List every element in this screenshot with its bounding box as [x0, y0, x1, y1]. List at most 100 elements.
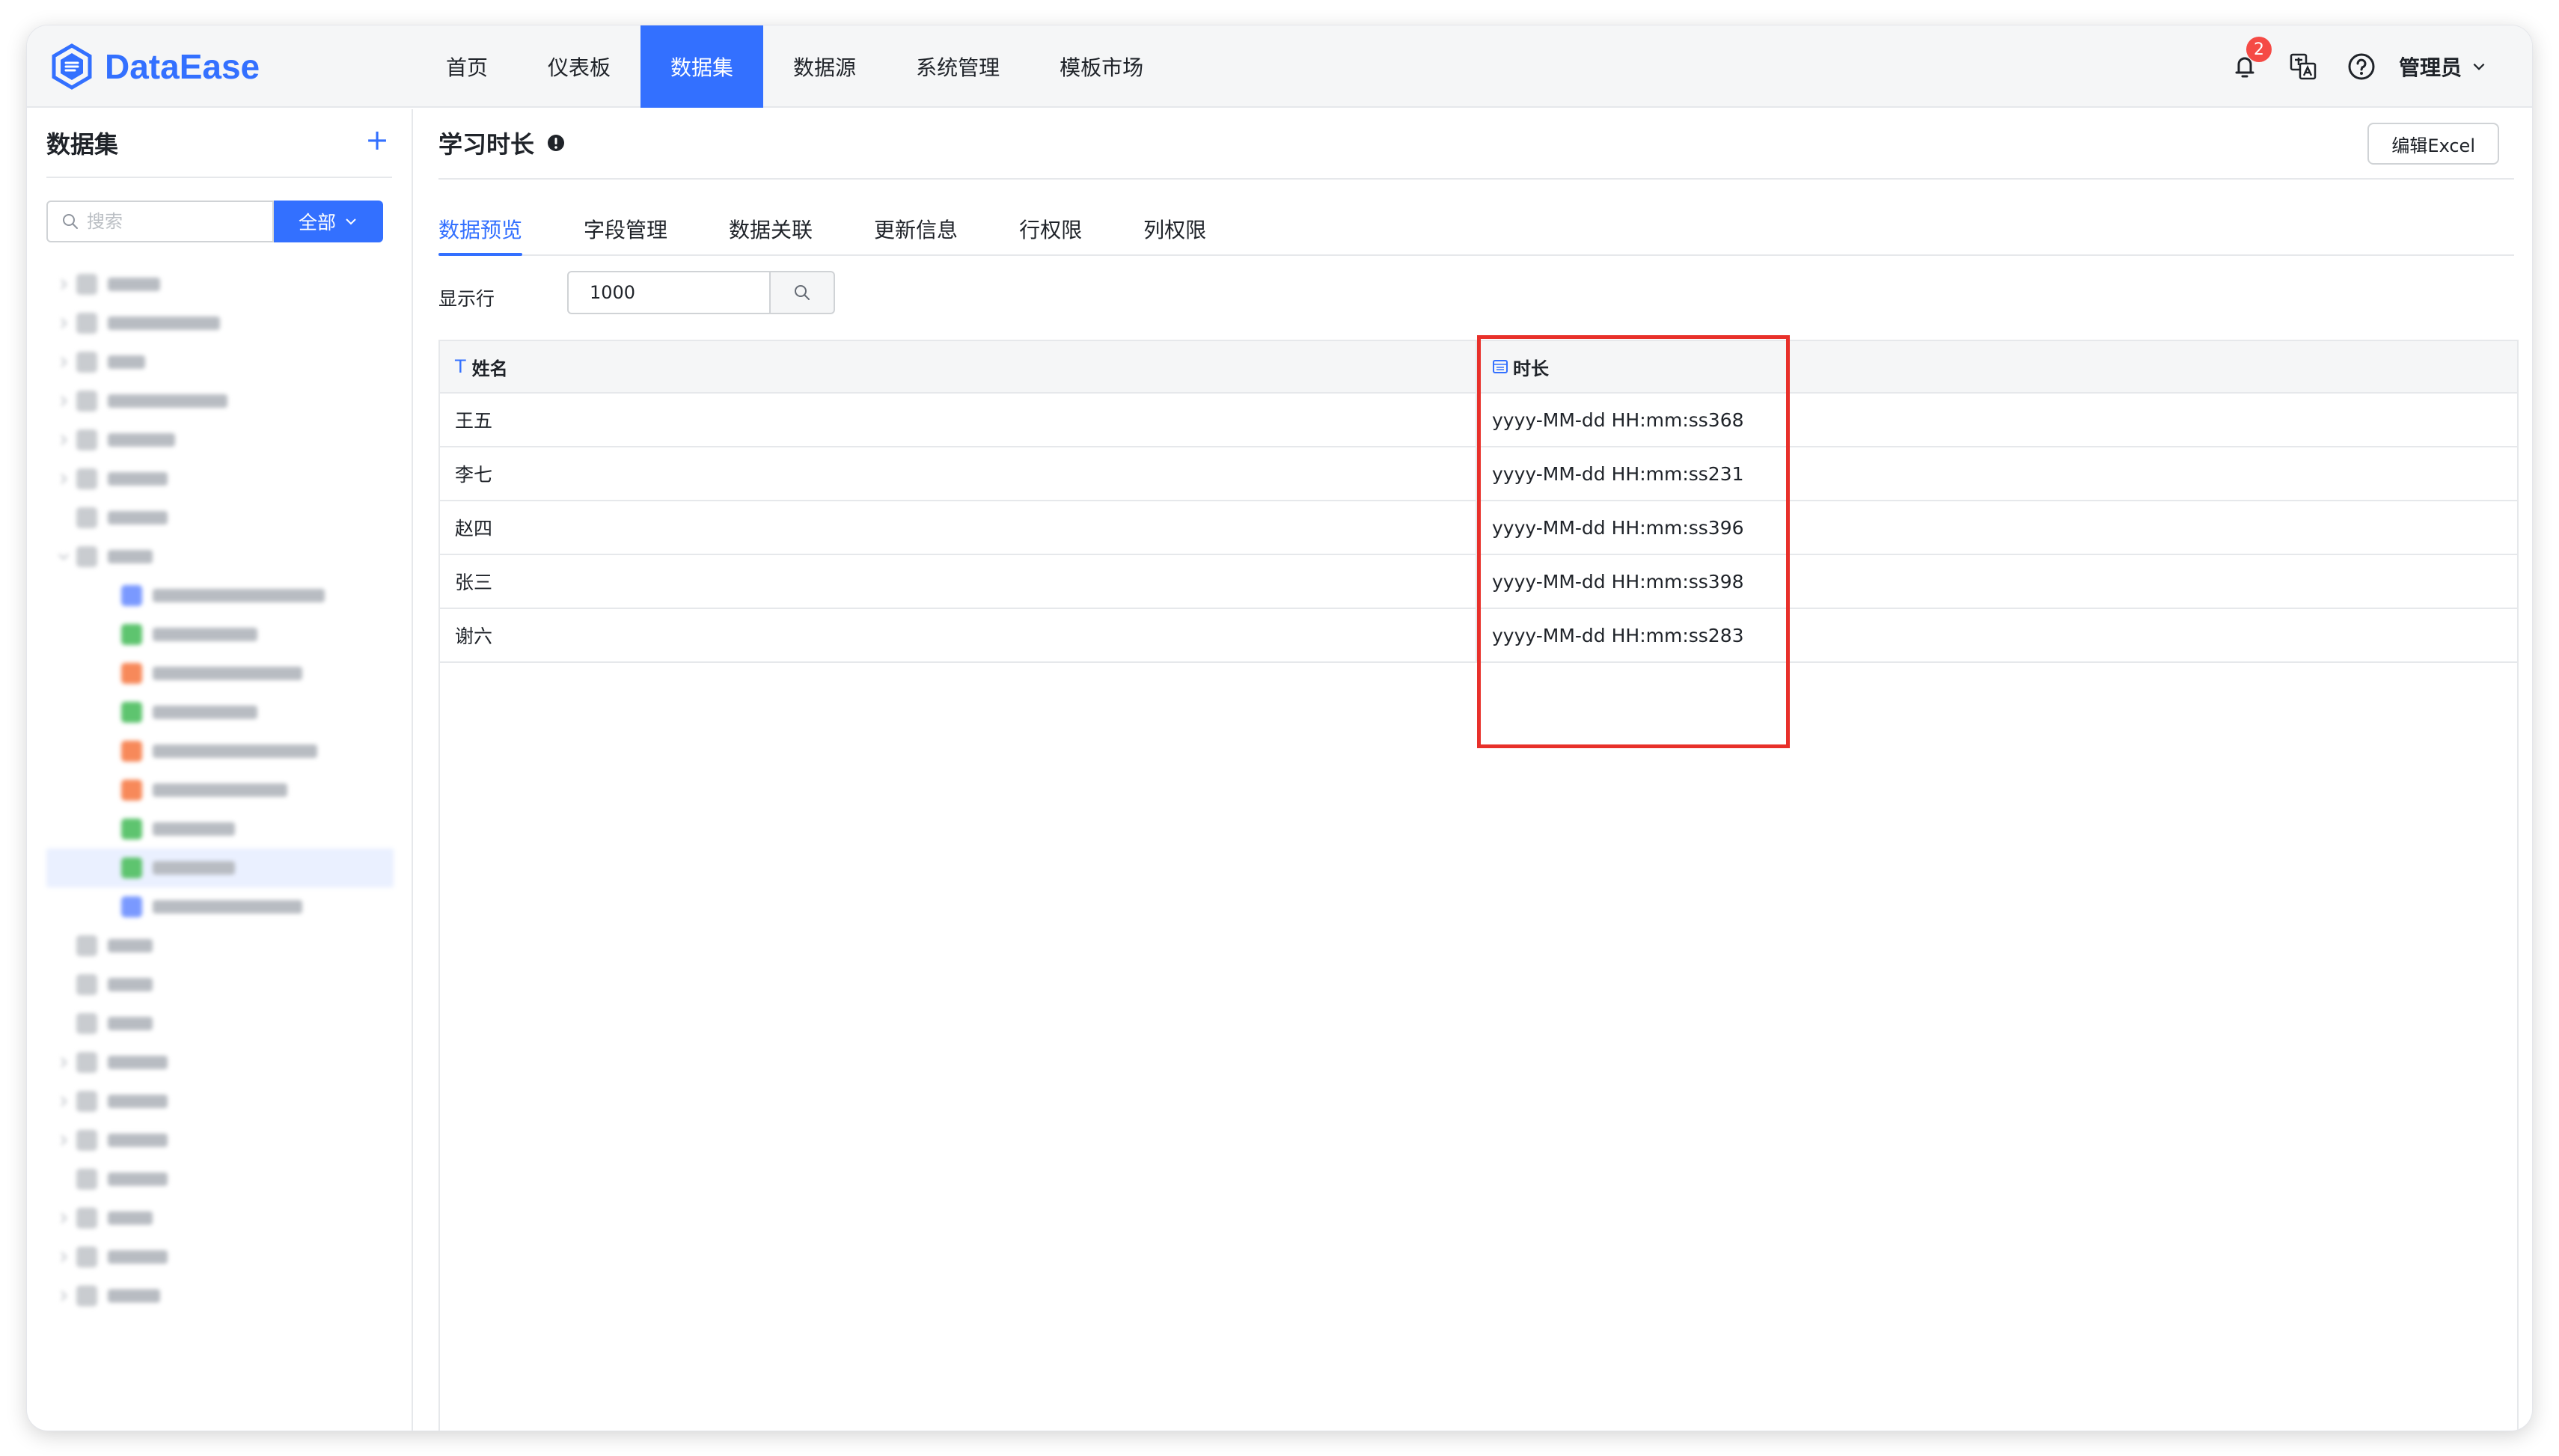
cell-duration: yyyy-MM-dd HH:mm:ss283	[1492, 624, 1744, 646]
tree-folder[interactable]	[46, 343, 394, 382]
calendar-icon	[1493, 360, 1508, 373]
tree-label-blurred	[153, 628, 257, 641]
tree-folder[interactable]	[46, 498, 394, 537]
tree-folder[interactable]	[46, 1276, 394, 1315]
tab-column-permission[interactable]: 列权限	[1143, 208, 1206, 254]
cell-name: 张三	[440, 555, 1477, 608]
nav-template-market[interactable]: 模板市场	[1030, 25, 1173, 108]
column-header-name[interactable]: T 姓名	[440, 341, 1477, 392]
tree-label-blurred	[153, 589, 325, 602]
tree-label-blurred	[108, 1172, 168, 1186]
tree-folder[interactable]	[46, 420, 394, 459]
cell-name: 李七	[440, 447, 1477, 500]
chevron-right-icon	[61, 1291, 67, 1301]
tree-folder[interactable]	[46, 1004, 394, 1043]
search-input[interactable]	[87, 211, 259, 232]
table-row: 赵四 yyyy-MM-dd HH:mm:ss396	[440, 501, 2517, 555]
chevron-down-icon	[2473, 63, 2485, 70]
tree-folder[interactable]	[46, 537, 394, 576]
tab-field-management[interactable]: 字段管理	[584, 208, 667, 254]
language-button[interactable]	[2287, 50, 2320, 83]
tree-dataset[interactable]	[46, 615, 394, 654]
info-circle-icon[interactable]	[546, 133, 566, 153]
tree-folder[interactable]	[46, 965, 394, 1004]
help-button[interactable]	[2345, 50, 2378, 83]
dataset-icon	[121, 585, 142, 606]
filter-dropdown[interactable]: 全部	[274, 201, 383, 242]
tree-dataset[interactable]	[46, 887, 394, 926]
title-divider	[438, 178, 2514, 180]
tab-data-association[interactable]: 数据关联	[729, 208, 813, 254]
folder-icon	[76, 313, 97, 334]
tree-dataset[interactable]	[46, 810, 394, 848]
tree-dataset[interactable]	[46, 693, 394, 732]
logo[interactable]: DataEase	[48, 40, 260, 93]
dataset-title-text: 学习时长	[438, 130, 535, 159]
tree-folder[interactable]	[46, 1082, 394, 1121]
tree-folder[interactable]	[46, 1160, 394, 1199]
chevron-right-icon	[61, 1135, 67, 1145]
rows-input[interactable]: 1000	[567, 271, 771, 314]
nav-dashboard[interactable]: 仪表板	[518, 25, 640, 108]
tab-update-info[interactable]: 更新信息	[874, 208, 958, 254]
tree-folder[interactable]	[46, 459, 394, 498]
sidebar-search[interactable]	[46, 201, 274, 242]
edit-excel-button[interactable]: 编辑Excel	[2367, 123, 2499, 165]
app-window: DataEase 首页 仪表板 数据集 数据源 系统管理 模板市场 2 管理员 …	[27, 25, 2532, 1431]
search-icon	[63, 214, 78, 229]
tree-label-blurred	[108, 394, 227, 408]
chevron-right-icon	[61, 1252, 67, 1262]
tree-folder[interactable]	[46, 1238, 394, 1276]
nav-system-management[interactable]: 系统管理	[886, 25, 1030, 108]
excel-dataset-icon	[121, 702, 142, 723]
main-nav: 首页 仪表板 数据集 数据源 系统管理 模板市场	[416, 25, 1173, 108]
dataset-icon	[121, 896, 142, 917]
folder-icon	[76, 1169, 97, 1190]
tab-data-preview[interactable]: 数据预览	[438, 208, 523, 256]
tree-folder[interactable]	[46, 304, 394, 343]
text-type-marker: T	[455, 356, 466, 377]
add-dataset-button[interactable]: +	[365, 126, 389, 154]
tree-folder[interactable]	[46, 1121, 394, 1160]
tree-folder[interactable]	[46, 926, 394, 965]
chevron-right-icon	[61, 279, 67, 290]
cell-name: 王五	[440, 394, 1477, 446]
tree-dataset-selected[interactable]	[46, 848, 394, 887]
dataset-title: 学习时长	[438, 126, 566, 160]
filter-label: 全部	[298, 212, 336, 233]
column-header-duration[interactable]: 时长	[1477, 341, 2517, 392]
chevron-right-icon	[61, 1096, 67, 1107]
folder-icon	[76, 352, 97, 373]
nav-dataset[interactable]: 数据集	[640, 25, 764, 108]
folder-icon	[76, 429, 97, 450]
folder-icon	[76, 468, 97, 489]
tree-label-blurred	[108, 1095, 168, 1108]
tree-folder[interactable]	[46, 1199, 394, 1238]
tree-dataset[interactable]	[46, 732, 394, 771]
tree-dataset[interactable]	[46, 576, 394, 615]
tree-folder[interactable]	[46, 1043, 394, 1082]
folder-icon	[76, 1052, 97, 1073]
notification-button[interactable]: 2	[2228, 37, 2272, 83]
user-menu[interactable]: 管理员	[2399, 52, 2487, 82]
folder-icon	[76, 1091, 97, 1112]
question-circle-icon	[2348, 53, 2375, 80]
tree-dataset[interactable]	[46, 771, 394, 810]
folder-icon	[76, 1208, 97, 1229]
tree-dataset[interactable]	[46, 654, 394, 693]
tree-label-blurred	[108, 1250, 168, 1264]
tab-row-permission[interactable]: 行权限	[1019, 208, 1082, 254]
tree-folder[interactable]	[46, 382, 394, 420]
nav-home[interactable]: 首页	[416, 25, 518, 108]
rows-search-button[interactable]	[769, 271, 835, 314]
preview-table: T 姓名 时长 王五 yyyy-MM-dd HH:mm:ss368 李七 yyy…	[438, 340, 2519, 1431]
tree-label-blurred	[108, 511, 168, 524]
sidebar-title: 数据集	[46, 130, 119, 159]
folder-icon	[76, 1130, 97, 1151]
folder-icon	[76, 546, 97, 567]
top-header: DataEase 首页 仪表板 数据集 数据源 系统管理 模板市场 2 管理员	[27, 25, 2532, 108]
nav-datasource[interactable]: 数据源	[763, 25, 886, 108]
tree-folder[interactable]	[46, 265, 394, 304]
folder-icon	[76, 935, 97, 956]
folder-icon	[76, 274, 97, 295]
